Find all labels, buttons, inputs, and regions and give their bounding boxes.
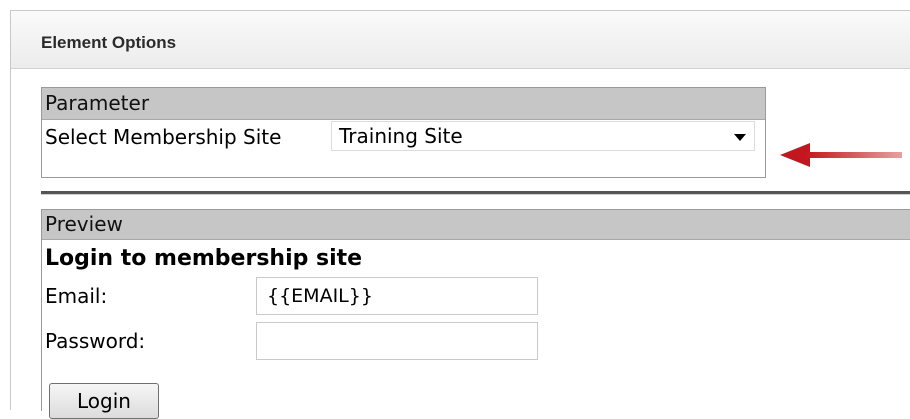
membership-site-selected-value: Training Site <box>339 124 463 148</box>
email-field[interactable] <box>256 277 538 315</box>
preview-header: Preview <box>42 209 910 240</box>
membership-site-select[interactable]: Training Site <box>331 121 755 151</box>
email-label: Email: <box>45 284 108 308</box>
parameter-section: Parameter Select Membership Site Trainin… <box>41 87 766 178</box>
arrow-left-icon <box>780 143 902 167</box>
password-label: Password: <box>45 329 146 353</box>
password-field[interactable] <box>256 322 538 360</box>
section-divider <box>41 191 910 195</box>
parameter-header: Parameter <box>42 88 765 120</box>
login-button[interactable]: Login <box>49 383 159 419</box>
login-title: Login to membership site <box>45 246 363 271</box>
panel-header: Element Options <box>11 11 910 69</box>
membership-site-label: Select Membership Site <box>45 125 282 149</box>
chevron-down-icon[interactable] <box>734 134 746 141</box>
element-options-panel: Element Options Parameter Select Members… <box>10 10 910 419</box>
preview-section: Preview Login to membership site Email: … <box>41 209 910 419</box>
panel-title: Element Options <box>41 33 177 52</box>
